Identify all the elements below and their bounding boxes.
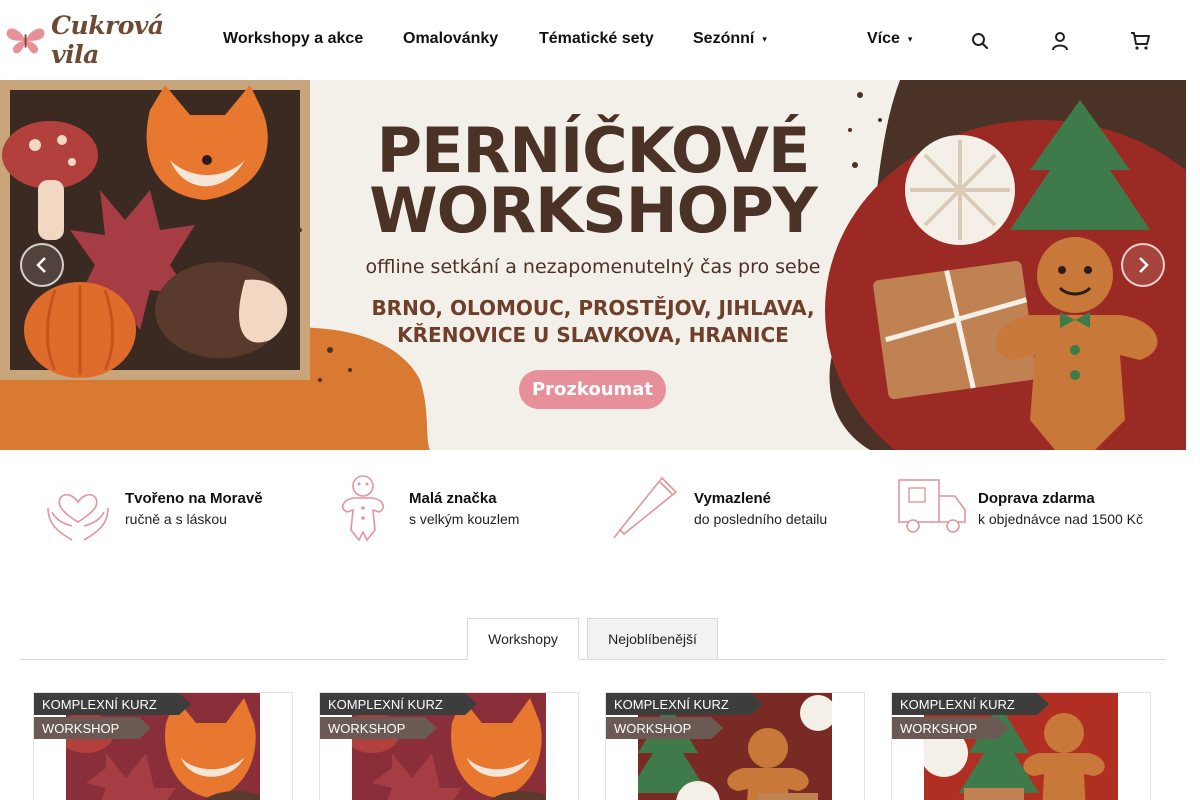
benefit-title: Malá značka (409, 490, 497, 507)
piping-bag-icon (613, 476, 678, 539)
site-header: Cukrová vila Workshopy a akce Omalovánky… (0, 0, 1186, 80)
benefit-title: Tvořeno na Moravě (125, 490, 263, 507)
nav-item-label: Sezónní (693, 30, 755, 47)
benefit-title: Vymazlené (694, 490, 771, 507)
hero-cta-button[interactable]: Prozkoumat (519, 370, 666, 409)
nav-item-tematicke-sety[interactable]: Tématické sety (539, 30, 654, 48)
butterfly-icon (6, 28, 45, 54)
scrollbar[interactable] (1186, 0, 1200, 800)
benefit-title: Doprava zdarma (978, 490, 1095, 507)
nav-item-label: Tématické sety (539, 30, 654, 47)
hero-subtitle: offline setkání a nezapomenutelný čas pr… (365, 256, 821, 278)
badge-kurz: KOMPLEXNÍ KURZ (606, 693, 763, 715)
badge-kurz: KOMPLEXNÍ KURZ (892, 693, 1049, 715)
logo-text: Cukrová vila (51, 11, 164, 69)
product-card[interactable]: KOMPLEXNÍ KURZ WORKSHOP (891, 692, 1151, 800)
delivery-truck-icon (898, 479, 966, 533)
chevron-down-icon: ▾ (907, 34, 913, 44)
product-card[interactable]: KOMPLEXNÍ KURZ WORKSHOP (319, 692, 579, 800)
badge-workshop: WORKSHOP (320, 717, 437, 739)
hero-cities-line2: KŘENOVICE U SLAVKOVA, HRANICE (397, 323, 789, 347)
badge-workshop: WORKSHOP (606, 717, 723, 739)
badge-workshop: WORKSHOP (34, 717, 151, 739)
carousel-prev-button[interactable] (20, 243, 64, 287)
tab-workshopy[interactable]: Workshopy (467, 618, 579, 660)
benefit-subtitle: ručně a s láskou (125, 511, 227, 527)
logo[interactable]: Cukrová vila (4, 11, 209, 69)
chevron-left-icon (36, 257, 46, 273)
chevron-right-icon (1139, 257, 1149, 273)
badge-kurz: KOMPLEXNÍ KURZ (34, 693, 191, 715)
nav-item-workshopy[interactable]: Workshopy a akce (223, 30, 363, 48)
gingerbread-man-icon (341, 475, 385, 542)
nav-item-omalovanky[interactable]: Omalovánky (403, 30, 498, 48)
badge-workshop: WORKSHOP (892, 717, 1009, 739)
benefit-subtitle: s velkým kouzlem (409, 511, 520, 527)
heart-hands-icon (47, 494, 109, 541)
benefit-subtitle: do posledního detailu (694, 511, 828, 527)
benefit-item: Tvořeno na Moravě ručně a s láskou (42, 472, 302, 544)
nav-item-label: Více (867, 30, 900, 47)
product-card[interactable]: KOMPLEXNÍ KURZ WORKSHOP (605, 692, 865, 800)
carousel-next-button[interactable] (1121, 243, 1165, 287)
chevron-down-icon: ▾ (762, 34, 767, 44)
benefit-subtitle: k objednávce nad 1500 Kč (978, 511, 1144, 527)
nav-item-sezonni[interactable]: Sezónní ▾ (693, 30, 767, 48)
benefit-item: Malá značka s velkým kouzlem (327, 472, 587, 544)
hero-banner[interactable]: PERNÍČKOVÉ WORKSHOPY offline setkání a n… (0, 80, 1186, 450)
nav-item-vice[interactable]: Více ▾ (867, 30, 912, 48)
badge-kurz: KOMPLEXNÍ KURZ (320, 693, 477, 715)
hero-cities-line1: BRNO, OLOMOUC, PROSTĚJOV, JIHLAVA, (371, 296, 815, 320)
benefit-item: Vymazlené do posledního detailu (610, 472, 870, 544)
product-card[interactable]: KOMPLEXNÍ KURZ WORKSHOP (33, 692, 293, 800)
tab-nejoblibenejsi[interactable]: Nejoblíbenější (587, 618, 718, 660)
nav-item-label: Omalovánky (403, 30, 499, 47)
cart-icon[interactable] (1130, 30, 1150, 52)
benefit-item: Doprava zdarma k objednávce nad 1500 Kč (895, 472, 1165, 544)
user-icon[interactable] (1050, 30, 1070, 52)
search-icon[interactable] (970, 30, 990, 52)
hero-title-line2: WORKSHOPY (369, 174, 817, 247)
nav-item-label: Workshopy a akce (223, 30, 364, 47)
